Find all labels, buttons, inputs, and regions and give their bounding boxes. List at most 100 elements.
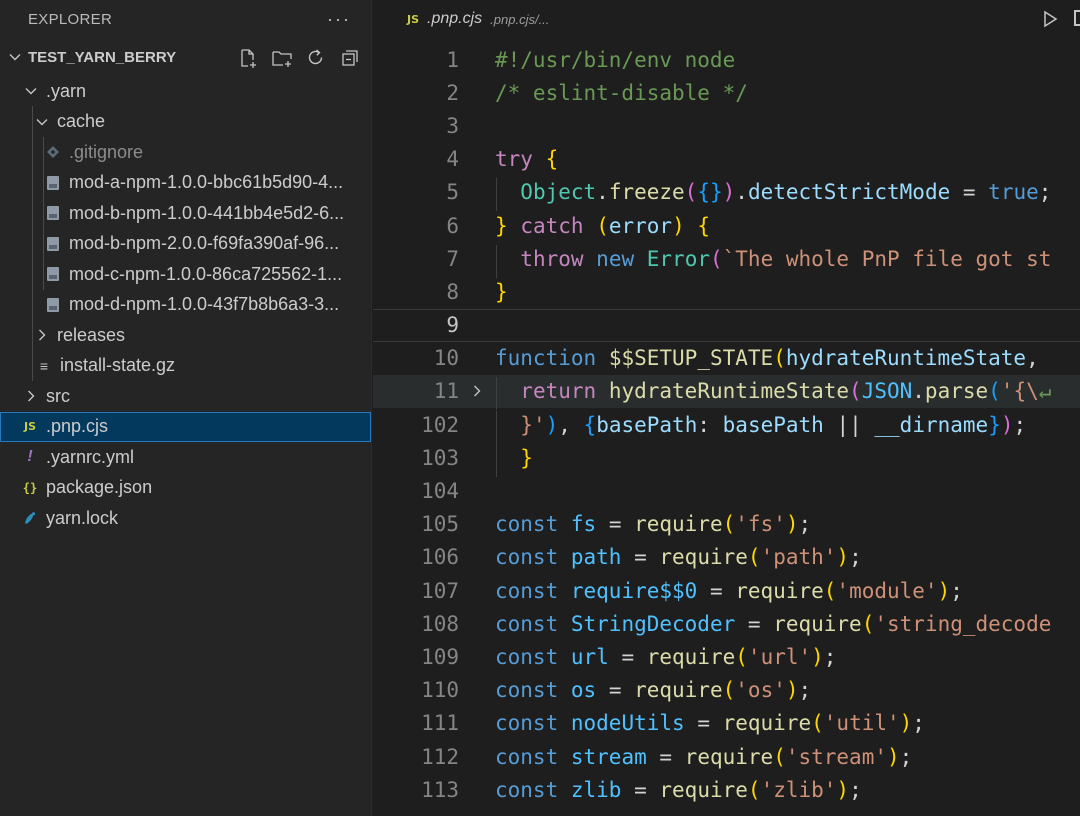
indent-guide xyxy=(496,443,497,477)
code-token: . xyxy=(596,180,609,205)
code-line[interactable]: 113 const zlib = require('zlib'); xyxy=(373,773,1080,806)
code-token: } xyxy=(520,445,533,470)
code-token: = xyxy=(684,711,723,736)
code-token: ( xyxy=(735,644,748,669)
code-line[interactable]: 109 const url = require('url'); xyxy=(373,640,1080,673)
code-token: JSON xyxy=(861,379,913,404)
tree-item-label: yarn.lock xyxy=(46,507,119,528)
code-token: }' xyxy=(520,412,546,437)
code-token: ( xyxy=(709,246,723,271)
tree-item-releases[interactable]: releases xyxy=(0,320,371,351)
code-token: } xyxy=(988,412,1001,437)
tree-item-zip[interactable]: mod-d-npm-1.0.0-43f7b8b6a3-3... xyxy=(0,290,371,321)
code-line[interactable]: 103 } xyxy=(373,441,1080,477)
code-area[interactable]: 1 #!/usr/bin/env node 2 /* eslint-disable *… xyxy=(373,43,1080,806)
code-line[interactable]: 10 function $$SETUP_STATE(hydrateRuntimeS… xyxy=(373,342,1080,375)
code-line[interactable]: 11 return hydrateRuntimeState(JSON.parse… xyxy=(373,374,1080,411)
code-line[interactable]: 104 xyxy=(373,474,1080,507)
tree-item-yarnrc[interactable]: ! .yarnrc.yml xyxy=(0,442,371,473)
code-token: { xyxy=(583,412,597,437)
code-token: /* eslint-disable */ xyxy=(495,80,748,105)
code-token: = xyxy=(621,545,660,570)
code-token: ( xyxy=(861,611,875,636)
code-token: stream xyxy=(570,744,647,769)
tree-item-package-json[interactable]: {} package.json xyxy=(0,473,371,504)
tree-item-yarn-lock[interactable]: yarn.lock xyxy=(0,503,371,534)
code-token: error xyxy=(608,213,673,238)
code-text: const fs = require('fs'); xyxy=(495,512,811,536)
code-line[interactable]: 5 Object.freeze({}).detectStrictMode = t… xyxy=(373,176,1080,212)
code-token: 'module' xyxy=(836,578,938,603)
file-tree: .yarn cache .gitignore mod-a-npm-1.0.0-b… xyxy=(0,76,371,534)
code-token: || xyxy=(823,412,875,437)
tree-item-label: mod-d-npm-1.0.0-43f7b8b6a3-3... xyxy=(69,294,340,315)
code-line[interactable]: 112 const stream = require('stream'); xyxy=(373,740,1080,773)
collapse-all-icon[interactable] xyxy=(339,47,361,69)
line-number: 6 xyxy=(446,213,459,238)
code-line[interactable]: 7 throw new Error(`The whole PnP file go… xyxy=(373,242,1080,278)
tree-item-gitignore[interactable]: .gitignore xyxy=(0,137,371,168)
tree-item-label: .gitignore xyxy=(69,141,144,162)
indent-guide xyxy=(496,410,497,444)
line-number: 113 xyxy=(421,777,459,802)
indent-guide xyxy=(496,178,497,212)
code-line[interactable]: 1 #!/usr/bin/env node xyxy=(373,43,1080,76)
code-line[interactable]: 3 xyxy=(373,109,1080,142)
project-root[interactable]: TEST_YARN_BERRY xyxy=(0,38,371,76)
code-line[interactable]: 110 const os = require('os'); xyxy=(373,674,1080,707)
tree-item-pnp-cjs[interactable]: JS .pnp.cjs xyxy=(0,411,371,442)
refresh-icon[interactable] xyxy=(305,47,327,69)
tree-item-yarn[interactable]: .yarn xyxy=(0,76,371,107)
breadcrumb-path[interactable]: .pnp.cjs/... xyxy=(490,12,549,27)
code-token: = xyxy=(697,578,736,603)
code-token: . xyxy=(735,180,748,205)
code-line[interactable]: 4 try { xyxy=(373,143,1080,176)
line-number: 5 xyxy=(446,180,459,205)
code-line[interactable]: 107 const require$$0 = require('module'); xyxy=(373,574,1080,607)
tree-item-zip[interactable]: mod-a-npm-1.0.0-bbc61b5d90-4... xyxy=(0,168,371,199)
code-text: return hydrateRuntimeState(JSON.parse('{… xyxy=(495,377,1051,411)
new-file-icon[interactable] xyxy=(237,47,259,69)
code-line[interactable]: 8} xyxy=(373,275,1080,308)
breadcrumb-file[interactable]: .pnp.cjs xyxy=(427,10,482,28)
code-line[interactable]: 105 const fs = require('fs'); xyxy=(373,508,1080,541)
tree-item-src[interactable]: src xyxy=(0,381,371,412)
code-token: ) xyxy=(545,412,559,437)
tree-item-label: mod-a-npm-1.0.0-bbc61b5d90-4... xyxy=(69,172,344,193)
code-token: require xyxy=(659,777,748,802)
new-folder-icon[interactable] xyxy=(271,47,293,69)
code-text: /* eslint-disable */ xyxy=(495,81,748,105)
code-token: url xyxy=(570,644,609,669)
zip-file-icon xyxy=(45,236,61,252)
chevron-right-icon[interactable] xyxy=(459,384,495,398)
code-line[interactable]: 111 const nodeUtils = require('util'); xyxy=(373,707,1080,740)
code-line[interactable]: 106 const path = require('path'); xyxy=(373,541,1080,574)
code-token: const xyxy=(495,678,559,703)
code-line[interactable]: 2 /* eslint-disable */ xyxy=(373,76,1080,109)
tree-item-zip[interactable]: mod-b-npm-1.0.0-441bb4e5d2-6... xyxy=(0,198,371,229)
tree-item-zip[interactable]: mod-b-npm-2.0.0-f69fa390af-96... xyxy=(0,229,371,260)
more-actions-icon[interactable]: ··· xyxy=(327,9,351,30)
code-token: const xyxy=(495,711,559,736)
code-line[interactable]: 9 xyxy=(373,308,1080,342)
code-line[interactable]: 6} catch (error) { xyxy=(373,209,1080,242)
code-token: require xyxy=(646,644,736,669)
code-line[interactable]: 102 }'), {basePath: basePath || __dirnam… xyxy=(373,408,1080,444)
run-icon[interactable] xyxy=(1042,10,1058,33)
line-number: 10 xyxy=(433,346,459,371)
code-token: const xyxy=(495,578,559,603)
code-line[interactable]: 108 const StringDecoder = require('string… xyxy=(373,607,1080,640)
code-token: Object xyxy=(520,180,597,205)
code-token: fs xyxy=(570,512,597,537)
tree-item-install-state[interactable]: ≡ install-state.gz xyxy=(0,351,371,382)
chevron-down-icon xyxy=(35,115,49,129)
split-editor-icon[interactable] xyxy=(1074,10,1080,26)
tree-item-zip[interactable]: mod-c-npm-1.0.0-86ca725562-1... xyxy=(0,259,371,290)
line-number: 4 xyxy=(446,147,459,172)
code-token: = xyxy=(621,777,660,802)
project-actions xyxy=(237,47,361,69)
tree-item-cache[interactable]: cache xyxy=(0,107,371,138)
